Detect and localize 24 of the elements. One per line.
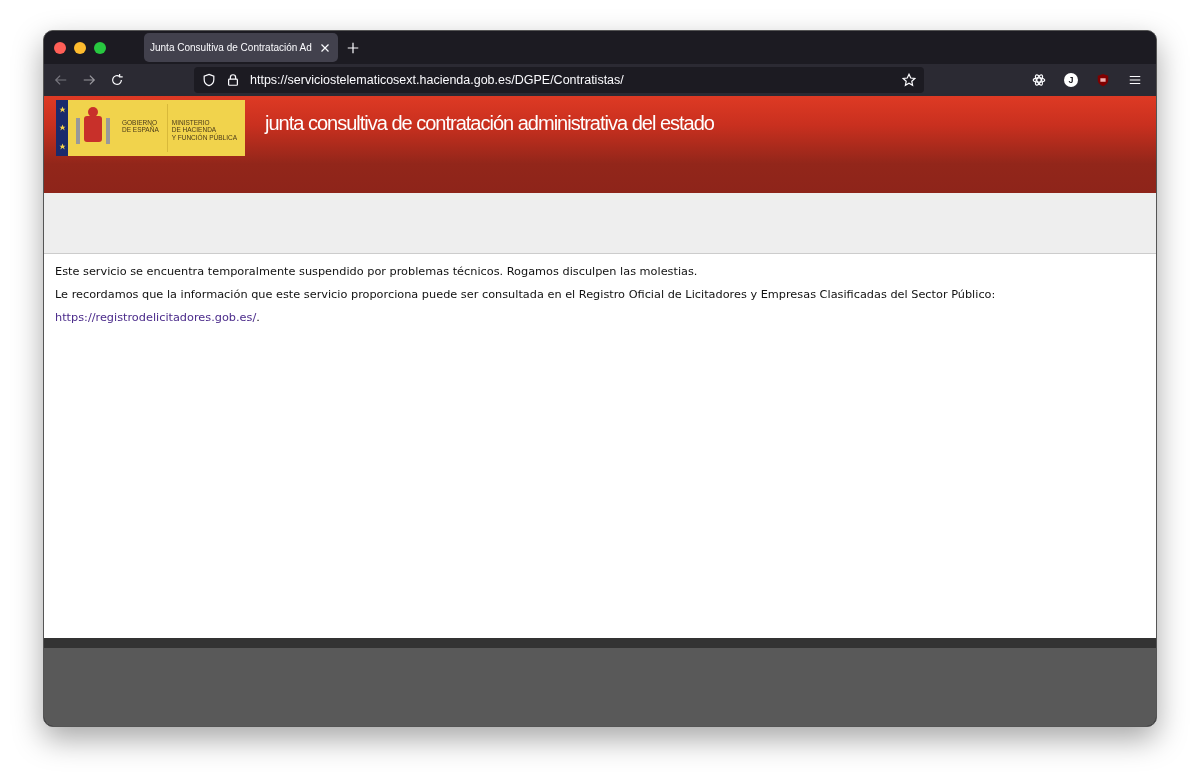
reload-icon[interactable] — [110, 73, 124, 87]
atom-icon[interactable] — [1032, 73, 1046, 87]
notice-text: Este servicio se encuentra temporalmente suspendido por problemas técnicos. Rogamos disculpen las molestias. — [55, 265, 699, 279]
shield-icon — [202, 73, 216, 87]
minimize-window-button[interactable] — [74, 41, 86, 54]
back-arrow-icon[interactable] — [54, 73, 68, 87]
star-icon — [58, 143, 66, 151]
shield-extension-icon[interactable] — [1096, 73, 1110, 87]
maximize-window-button[interactable] — [94, 41, 106, 54]
lock-icon — [226, 73, 240, 87]
star-icon — [58, 124, 66, 132]
star-icon[interactable] — [902, 73, 916, 87]
close-window-button[interactable] — [54, 41, 66, 54]
menu-icon[interactable] — [1128, 73, 1142, 87]
link-paragraph: https://registrodelicitadores.gob.es/. — [55, 311, 261, 325]
notice-text: Le recordamos que la información que este servicio proporciona puede ser consultada en el Registro Oficial de Licitadores y Empresas Clasificadas del Sector Público: — [55, 288, 997, 302]
site-title: junta consultiva de contratación administrativa del estado — [265, 112, 714, 135]
forward-arrow-icon[interactable] — [82, 73, 96, 87]
registry-link[interactable]: https://registrodelicitadores.gob.es/ — [55, 311, 257, 324]
plus-icon[interactable] — [345, 40, 360, 55]
star-icon — [58, 105, 66, 113]
browser-tab[interactable]: Junta Consultiva de Contratación Ad — [144, 33, 338, 62]
extension-button[interactable]: J — [1064, 73, 1078, 87]
address-bar[interactable]: https://serviciostelematicosext.hacienda.gob.es/DGPE/Contratistas/ — [194, 67, 924, 93]
